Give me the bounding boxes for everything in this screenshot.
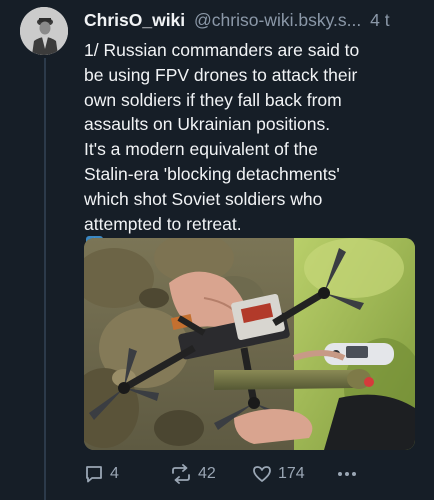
post-text-line: attempted to retreat. xyxy=(84,213,242,234)
post-header: ChrisO_wiki @chriso-wiki.bsky.s... 4 t xyxy=(84,9,434,33)
post-text-line: 1/ Russian commanders are said to xyxy=(84,40,360,60)
post-timestamp[interactable]: 4 t xyxy=(370,10,389,30)
like-button[interactable]: 174 xyxy=(252,460,305,488)
avatar[interactable] xyxy=(20,7,68,55)
repost-count: 42 xyxy=(198,465,216,482)
post-text-line: be using FPV drones to attack their xyxy=(84,64,358,85)
post-text-line: Stalin-era 'blocking detachments' xyxy=(84,163,340,184)
thread-line xyxy=(44,58,46,500)
more-options-icon xyxy=(338,472,356,476)
post-text-line: which shot Soviet soldiers who xyxy=(84,188,323,209)
post-text-line: assaults on Ukrainian positions. xyxy=(84,114,331,135)
post-actions: 4 42 174 xyxy=(84,460,424,488)
reply-icon xyxy=(86,466,102,483)
post-text-line: It's a modern equivalent of the xyxy=(84,139,318,160)
repost-button[interactable]: 42 xyxy=(170,460,216,488)
repost-icon xyxy=(172,464,190,484)
heart-icon xyxy=(253,466,271,482)
more-options-button[interactable] xyxy=(336,460,358,488)
reply-count: 4 xyxy=(110,465,119,482)
author-handle[interactable]: @chriso-wiki.bsky.s... xyxy=(194,10,361,30)
post-image-fpv-drone[interactable] xyxy=(84,238,415,450)
post-text-line: own soldiers if they fall back from xyxy=(84,89,342,110)
reply-button[interactable]: 4 xyxy=(84,460,119,488)
author-display-name[interactable]: ChrisO_wiki xyxy=(84,10,185,30)
post-text: 1/ Russian commanders are said to be usi… xyxy=(84,38,424,254)
like-count: 174 xyxy=(278,465,305,482)
